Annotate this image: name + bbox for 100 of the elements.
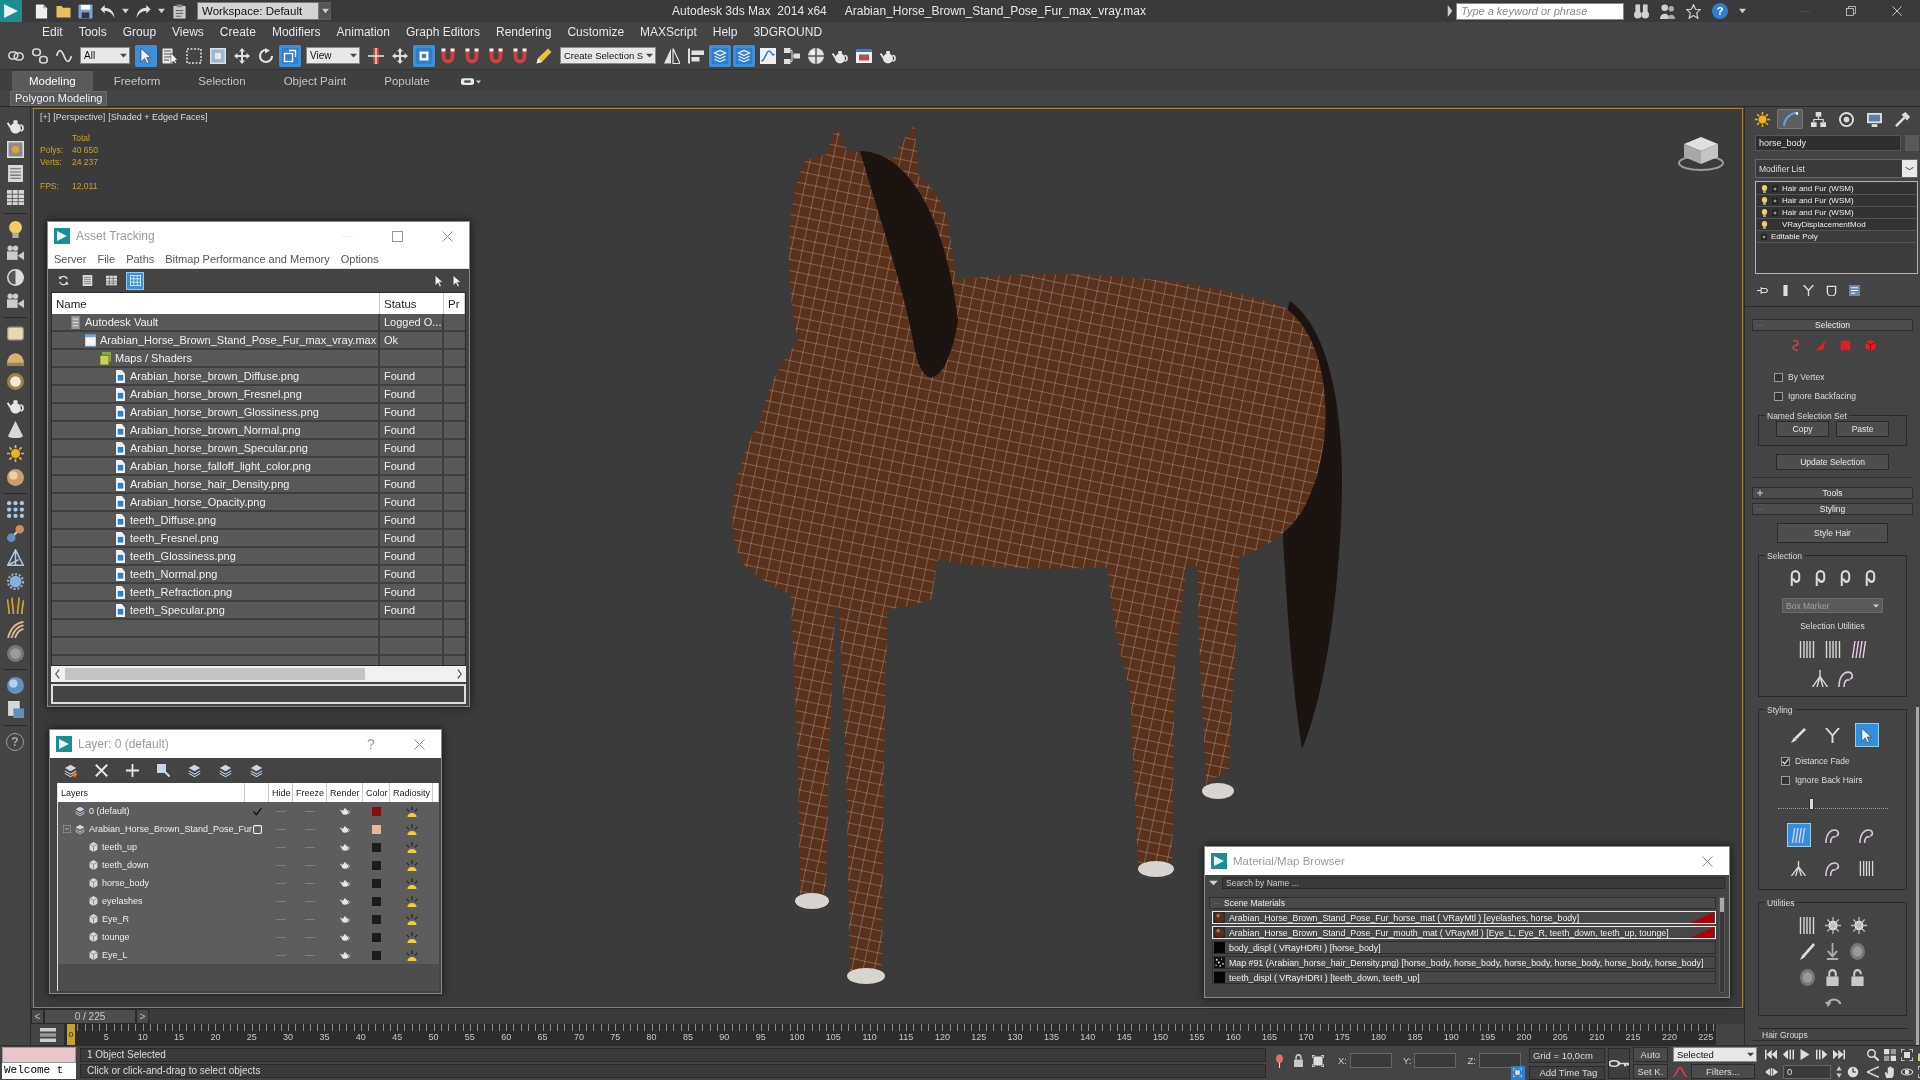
- cup-icon[interactable]: [1826, 284, 1837, 296]
- ribbon-tab[interactable]: Selection: [181, 71, 263, 91]
- bulb-icon[interactable]: [6, 221, 24, 238]
- people-icon[interactable]: [1660, 3, 1675, 19]
- redo-icon[interactable]: [136, 3, 151, 19]
- stack-item[interactable]: VRayDisplacementMod: [1757, 219, 1916, 231]
- coordinate-field[interactable]: [1414, 1053, 1457, 1069]
- previous-frame-button[interactable]: <: [31, 1009, 44, 1024]
- menu-item[interactable]: Views: [164, 22, 212, 42]
- color-swatch-icon[interactable]: [372, 806, 381, 816]
- material-name[interactable]: Arabian_Horse_Brown_Stand_Pose_Fur_mouth_mat ( VRayMtl ) [Eye_L, Eye_R, teeth_down, teeth_up, tounge]: [1229, 927, 1669, 938]
- caret-down-icon[interactable]: [158, 8, 165, 14]
- gear-icon[interactable]: [6, 573, 24, 590]
- frame-field[interactable]: 0: [1782, 1064, 1831, 1079]
- curl-icon[interactable]: [1837, 670, 1854, 687]
- horizontal-scrollbar[interactable]: [51, 666, 466, 682]
- teapot-icon[interactable]: [340, 915, 350, 923]
- brush-button[interactable]: [1786, 823, 1811, 847]
- star-icon[interactable]: [1686, 3, 1701, 19]
- bulb-icon[interactable]: [1760, 220, 1768, 229]
- material-name[interactable]: Map #91 (Arabian_horse_hair_Density.png) [horse_body, horse_body, horse_body, horse_body, horse_body, horse_body]: [1229, 957, 1704, 968]
- color-swatch-icon[interactable]: [372, 950, 381, 960]
- group-header[interactable]: Scene Materials: [1209, 897, 1716, 909]
- style-hair-button[interactable]: Style Hair: [1777, 523, 1888, 543]
- menu-item[interactable]: Help: [704, 22, 746, 42]
- menu-item[interactable]: Graph Editors: [397, 22, 488, 42]
- track-bar[interactable]: 0 5 10 15 20 25 30 35 40 45 50 55 60 65 70 75 80 85 90 95 100 105 110 115 120 125 130 135 140 145 150 155 160 165 170 175 180 185 190 195 200 205 210 215 220 225: [64, 1024, 1716, 1045]
- viewport-menu[interactable]: [+]: [40, 112, 51, 122]
- teapot-icon[interactable]: [340, 879, 350, 887]
- document-icon[interactable]: [6, 701, 24, 718]
- pyramid-icon[interactable]: [6, 549, 24, 566]
- menu-item[interactable]: Server: [54, 253, 87, 265]
- fork-icon[interactable]: [1803, 284, 1814, 296]
- material-item[interactable]: body_displ ( VRayHDRI ) [horse_body]: [1212, 941, 1716, 954]
- sunrise-icon[interactable]: [405, 949, 418, 961]
- clipboard-icon[interactable]: [172, 3, 187, 19]
- plus-icon[interactable]: [126, 764, 139, 777]
- config-icon[interactable]: [1849, 284, 1860, 296]
- ribbon-tab[interactable]: Freeform: [96, 71, 178, 91]
- cube-icon[interactable]: [1678, 135, 1724, 171]
- tool-button[interactable]: [279, 44, 301, 67]
- current-frame-marker[interactable]: 0: [67, 1024, 75, 1045]
- frame-corners-icon[interactable]: [1900, 1048, 1913, 1061]
- modifier-name[interactable]: Hair and Fur (WSM): [1782, 184, 1854, 193]
- orbit-icon[interactable]: [1900, 1065, 1913, 1078]
- strands-icon[interactable]: [1824, 641, 1841, 658]
- filters-button[interactable]: Filters...: [1690, 1064, 1755, 1079]
- material-name[interactable]: teeth_displ ( VRayHDRI ) [teeth_down, teeth_up]: [1229, 972, 1420, 983]
- arrow-down-icon[interactable]: [1825, 943, 1840, 960]
- workspace-menu-button[interactable]: [319, 2, 331, 20]
- stack-icon[interactable]: [64, 764, 77, 777]
- scrollbar-thumb[interactable]: [1720, 898, 1724, 912]
- auto-key-button[interactable]: Auto: [1632, 1047, 1668, 1062]
- sunrise-icon[interactable]: [405, 895, 418, 907]
- cross-icon[interactable]: [95, 764, 108, 777]
- menu-item[interactable]: Rendering: [488, 22, 560, 42]
- stack-plain-icon[interactable]: [188, 764, 201, 777]
- named-selection-dropdown[interactable]: Create Selection S: [560, 47, 657, 64]
- modifier-name[interactable]: Hair and Fur (WSM): [1782, 208, 1854, 217]
- cursor-icon[interactable]: [451, 274, 463, 287]
- bulb-icon[interactable]: [1760, 208, 1768, 217]
- menu-item[interactable]: MAXScript: [632, 22, 705, 42]
- stack-item[interactable]: Hair and Fur (WSM): [1757, 195, 1916, 207]
- object-name[interactable]: teeth_down: [102, 860, 149, 870]
- material-name[interactable]: body_displ ( VRayHDRI ) [horse_body]: [1229, 942, 1381, 953]
- asset-name[interactable]: Arabian_horse_brown_Normal.png: [130, 424, 301, 436]
- set-key-button[interactable]: [1607, 1048, 1630, 1079]
- slider-track[interactable]: [1777, 797, 1888, 809]
- step-back-icon[interactable]: [1781, 1049, 1794, 1060]
- layer-name[interactable]: 0 (default): [89, 806, 130, 816]
- asset-name[interactable]: teeth_Refraction.png: [130, 586, 233, 598]
- caret-down-icon[interactable]: [1739, 8, 1746, 14]
- timeline-icon[interactable]: [39, 1027, 56, 1042]
- tool-button[interactable]: [733, 44, 756, 67]
- teapot-icon[interactable]: [340, 843, 350, 851]
- asset-name[interactable]: teeth_Diffuse.png: [130, 514, 217, 526]
- unlock-icon[interactable]: [1850, 969, 1865, 986]
- caret-down-icon[interactable]: [1209, 880, 1218, 886]
- color-swatch-icon[interactable]: [372, 914, 381, 924]
- plus-box-icon[interactable]: [1772, 185, 1778, 192]
- search-field[interactable]: Type a keyword or phrase: [1456, 2, 1624, 20]
- checkbox[interactable]: [1774, 372, 1783, 382]
- menu-item[interactable]: Edit: [34, 22, 71, 42]
- camera-icon[interactable]: [6, 293, 24, 310]
- listener-output[interactable]: Welcome t: [2, 1063, 76, 1079]
- caret-right-icon[interactable]: [1447, 5, 1453, 17]
- column-header[interactable]: Status: [380, 293, 444, 314]
- key-mode-icon[interactable]: [1764, 1066, 1778, 1077]
- view-button[interactable]: [126, 271, 144, 290]
- ribbon-tab[interactable]: Modeling: [12, 71, 93, 91]
- asset-name[interactable]: teeth_Specular.png: [130, 604, 225, 616]
- stack-item[interactable]: Hair and Fur (WSM): [1757, 183, 1916, 195]
- bulb-icon[interactable]: [1760, 184, 1768, 193]
- scrollbar-thumb[interactable]: [1916, 707, 1919, 1045]
- sphere-icon[interactable]: [6, 469, 24, 486]
- sunrise-icon[interactable]: [405, 859, 418, 871]
- asset-name[interactable]: Arabian_horse_brown_Diffuse.png: [130, 370, 300, 382]
- strands-icon[interactable]: [1798, 641, 1815, 658]
- coordinate-field[interactable]: [1350, 1053, 1392, 1069]
- clock-icon[interactable]: [1846, 1065, 1859, 1078]
